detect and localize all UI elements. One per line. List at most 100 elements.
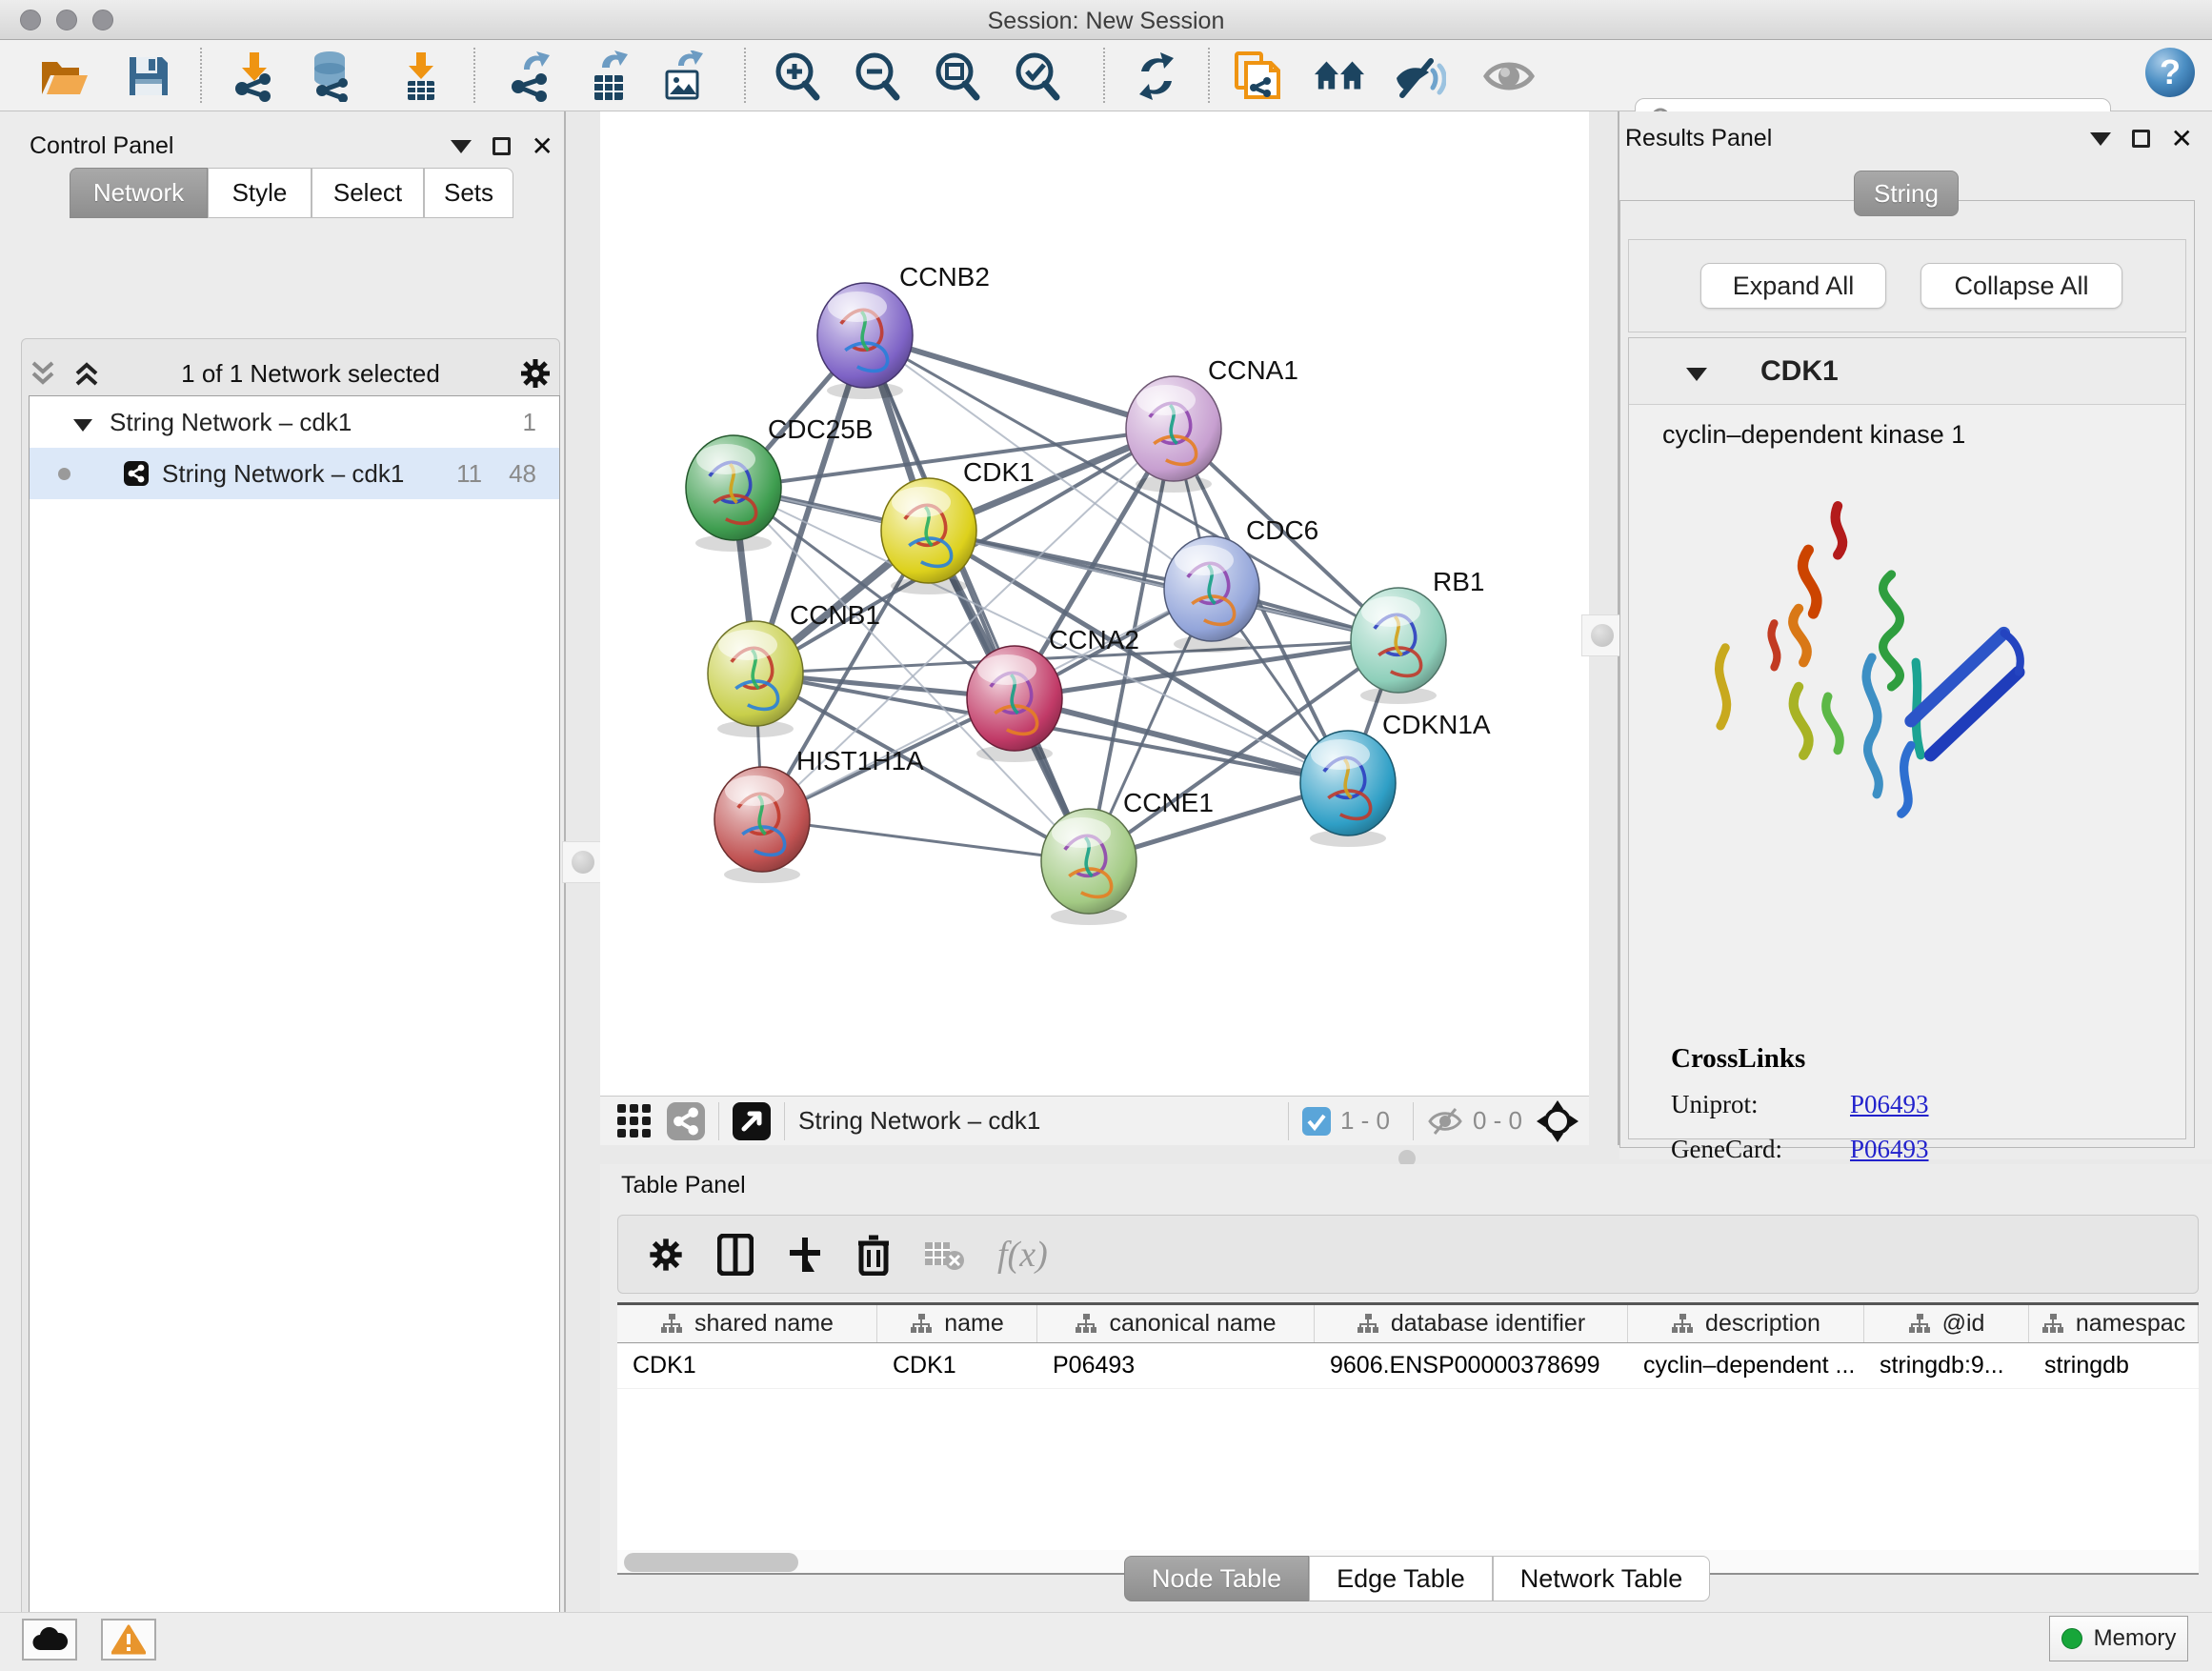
network-node-CDC25B[interactable]: CDC25B xyxy=(686,414,873,552)
column-type-icon xyxy=(1908,1313,1931,1336)
panel-float-button[interactable] xyxy=(2132,130,2150,148)
network-node-RB1[interactable]: RB1 xyxy=(1351,567,1484,704)
zoom-out-button[interactable] xyxy=(850,50,903,102)
delete-column-icon[interactable] xyxy=(856,1234,891,1276)
panel-menu-arrow[interactable] xyxy=(2090,132,2111,146)
network-node-CCNB2[interactable]: CCNB2 xyxy=(817,262,990,399)
panel-close-button[interactable]: ✕ xyxy=(2171,130,2193,148)
show-network-files-button[interactable] xyxy=(1231,50,1284,102)
apply-layout-button[interactable] xyxy=(1130,50,1183,102)
hidden-eye-icon[interactable] xyxy=(1427,1107,1463,1136)
column-header-name[interactable]: name xyxy=(877,1305,1037,1342)
export-table-button[interactable] xyxy=(583,50,636,102)
import-table-file-button[interactable] xyxy=(394,50,448,102)
vertical-splitter-right[interactable] xyxy=(1589,111,1619,1145)
zoom-in-icon xyxy=(772,50,821,102)
column-header-database-identifier[interactable]: database identifier xyxy=(1315,1305,1628,1342)
open-session-button[interactable] xyxy=(38,50,91,102)
table-cell[interactable]: P06493 xyxy=(1037,1343,1315,1388)
status-bar: Memory xyxy=(0,1612,2212,1671)
cdk1-section-header[interactable]: CDK1 xyxy=(1629,338,2185,405)
results-panel-title: Results Panel xyxy=(1625,125,1772,152)
tab-node-table[interactable]: Node Table xyxy=(1124,1556,1309,1601)
column-type-icon xyxy=(2041,1313,2064,1336)
tab-select[interactable]: Select xyxy=(312,168,424,218)
column-header-namespac[interactable]: namespac xyxy=(2029,1305,2199,1342)
network-edge-CCNE1-HIST1H1A[interactable] xyxy=(762,819,1089,861)
table-toolbar: f(x) xyxy=(617,1215,2199,1294)
protein-description: cyclin–dependent kinase 1 xyxy=(1662,420,1965,450)
table-cell[interactable]: stringdb xyxy=(2029,1343,2199,1388)
network-view-share-icon[interactable] xyxy=(667,1102,705,1140)
import-network-database-button[interactable] xyxy=(305,50,358,102)
hidden-count: 0 - 0 xyxy=(1473,1106,1522,1136)
warning-status-button[interactable] xyxy=(101,1619,156,1661)
tab-network[interactable]: Network xyxy=(70,168,208,218)
section-collapse-arrow[interactable] xyxy=(1686,368,1707,381)
table-row[interactable]: CDK1CDK1P064939606.ENSP00000378699cyclin… xyxy=(617,1343,2199,1389)
uniprot-link[interactable]: P06493 xyxy=(1850,1090,1929,1119)
expand-all-icon[interactable] xyxy=(70,357,103,390)
home-networks-button[interactable] xyxy=(1313,50,1366,102)
column-type-icon xyxy=(910,1313,933,1336)
network-row[interactable]: String Network – cdk1 11 48 xyxy=(30,448,559,499)
network-collection-row[interactable]: String Network – cdk1 1 xyxy=(30,396,559,448)
collection-expand-arrow[interactable] xyxy=(73,419,92,432)
splitter-handle[interactable] xyxy=(1581,614,1623,656)
table-cell[interactable]: cyclin–dependent ... xyxy=(1628,1343,1864,1388)
birdseye-view-icon[interactable] xyxy=(733,1102,771,1140)
tab-sets[interactable]: Sets xyxy=(424,168,513,218)
vertical-splitter-left[interactable] xyxy=(564,111,600,1612)
table-cell[interactable]: CDK1 xyxy=(617,1343,877,1388)
grid-view-icon[interactable] xyxy=(615,1102,654,1140)
cloud-status-button[interactable] xyxy=(22,1619,77,1661)
zoom-selected-button[interactable] xyxy=(1010,50,1063,102)
fit-center-crosshair-icon[interactable] xyxy=(1536,1099,1579,1143)
table-options-gear-icon[interactable] xyxy=(647,1236,685,1274)
panel-float-button[interactable] xyxy=(493,137,511,155)
export-image-button[interactable] xyxy=(657,50,711,102)
selected-count: 1 - 0 xyxy=(1340,1106,1390,1136)
tab-style[interactable]: Style xyxy=(208,168,312,218)
help-button[interactable]: ? xyxy=(2143,47,2197,98)
tab-edge-table[interactable]: Edge Table xyxy=(1309,1556,1493,1601)
zoom-fit-button[interactable] xyxy=(930,50,983,102)
collapse-all-icon[interactable] xyxy=(29,357,57,390)
window-titlebar: Session: New Session xyxy=(0,0,2212,40)
add-column-icon[interactable] xyxy=(786,1236,824,1274)
memory-button[interactable]: Memory xyxy=(2049,1616,2188,1661)
network-current-dot xyxy=(58,468,70,480)
show-columns-icon[interactable] xyxy=(717,1234,754,1276)
genecard-link[interactable]: P06493 xyxy=(1850,1135,1929,1164)
collapse-all-button[interactable]: Collapse All xyxy=(1920,263,2122,309)
help-icon: ? xyxy=(2143,46,2197,99)
scrollbar-thumb[interactable] xyxy=(624,1553,798,1572)
network-canvas[interactable]: CCNB2CCNA1CDC25BCDK1CDC6RB1CCNB1CCNA2CDK… xyxy=(600,111,1589,1096)
show-all-button[interactable] xyxy=(1482,50,1536,102)
node-label-CCNB2: CCNB2 xyxy=(899,262,990,292)
table-cell[interactable]: stringdb:9... xyxy=(1864,1343,2029,1388)
tab-string[interactable]: String xyxy=(1854,171,1959,216)
network-node-CDKN1A[interactable]: CDKN1A xyxy=(1300,710,1491,847)
import-network-file-button[interactable] xyxy=(227,50,280,102)
column-header--id[interactable]: @id xyxy=(1864,1305,2029,1342)
network-node-HIST1H1A[interactable]: HIST1H1A xyxy=(714,746,924,883)
splitter-handle[interactable] xyxy=(562,841,604,883)
expand-all-button[interactable]: Expand All xyxy=(1700,263,1886,309)
save-session-button[interactable] xyxy=(122,50,175,102)
table-cell[interactable]: 9606.ENSP00000378699 xyxy=(1315,1343,1628,1388)
hide-unhide-button[interactable] xyxy=(1393,50,1446,102)
table-cell[interactable]: CDK1 xyxy=(877,1343,1037,1388)
toolbar-separator xyxy=(1103,48,1105,103)
column-header-canonical-name[interactable]: canonical name xyxy=(1037,1305,1315,1342)
network-options-gear-icon[interactable] xyxy=(518,356,553,391)
export-network-button[interactable] xyxy=(503,50,556,102)
column-header-shared-name[interactable]: shared name xyxy=(617,1305,877,1342)
panel-menu-arrow[interactable] xyxy=(451,140,472,153)
selected-checkbox-icon[interactable] xyxy=(1302,1107,1331,1136)
network-node-CCNA1[interactable]: CCNA1 xyxy=(1126,355,1298,493)
zoom-in-button[interactable] xyxy=(770,50,823,102)
tab-network-table[interactable]: Network Table xyxy=(1493,1556,1711,1601)
panel-close-button[interactable]: ✕ xyxy=(532,137,553,155)
column-header-description[interactable]: description xyxy=(1628,1305,1864,1342)
